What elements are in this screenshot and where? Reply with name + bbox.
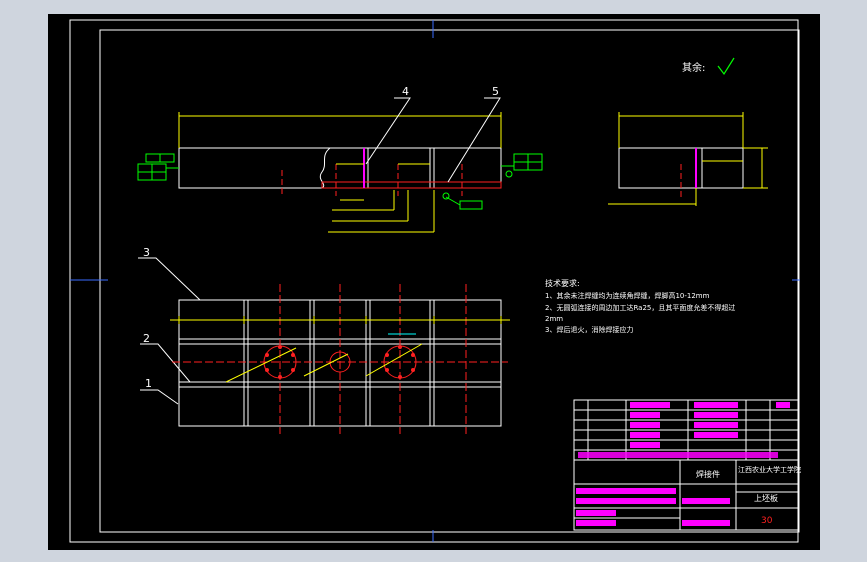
technical-notes: 技术要求: 1、其余未注焊缝均为连续角焊缝，焊脚高10-12mm 2、无圆弧连接… <box>545 278 735 334</box>
notes-line-2b: 2mm <box>545 315 563 323</box>
title-sheet: 30 <box>761 516 773 526</box>
title-school: 江西农业大学工学院 <box>738 465 801 474</box>
top-view <box>170 284 510 434</box>
notes-line-1: 1、其余未注焊缝均为连续角焊缝，焊脚高10-12mm <box>545 291 710 300</box>
balloon-4: 4 <box>402 85 409 98</box>
roughness-label: 其余: <box>682 61 705 74</box>
notes-line-3: 3、焊后退火，消除焊接应力 <box>545 325 633 334</box>
title-part: 上坯板 <box>754 493 778 503</box>
outer-frame <box>69 19 799 543</box>
balloon-1: 1 <box>145 377 152 390</box>
notes-line-2: 2、无圆弧连接的周边加工达Ra25，且其平面度允差不得超过 <box>545 303 735 312</box>
roughness-check-icon <box>717 57 735 76</box>
side-view <box>608 112 768 206</box>
balloon-leaders <box>138 97 501 405</box>
title-name: 焊接件 <box>696 469 720 479</box>
notes-title: 技术要求: <box>545 278 580 288</box>
cad-viewport[interactable]: 其余: 4 5 3 2 1 技术要求: 1、其余未注焊缝均为连续角焊缝，焊脚高1… <box>48 14 820 550</box>
balloon-2: 2 <box>143 332 150 345</box>
balloon-5: 5 <box>492 85 499 98</box>
balloon-3: 3 <box>143 246 150 259</box>
title-block: 焊接件 江西农业大学工学院 上坯板 30 <box>573 399 801 531</box>
front-view <box>137 112 543 233</box>
